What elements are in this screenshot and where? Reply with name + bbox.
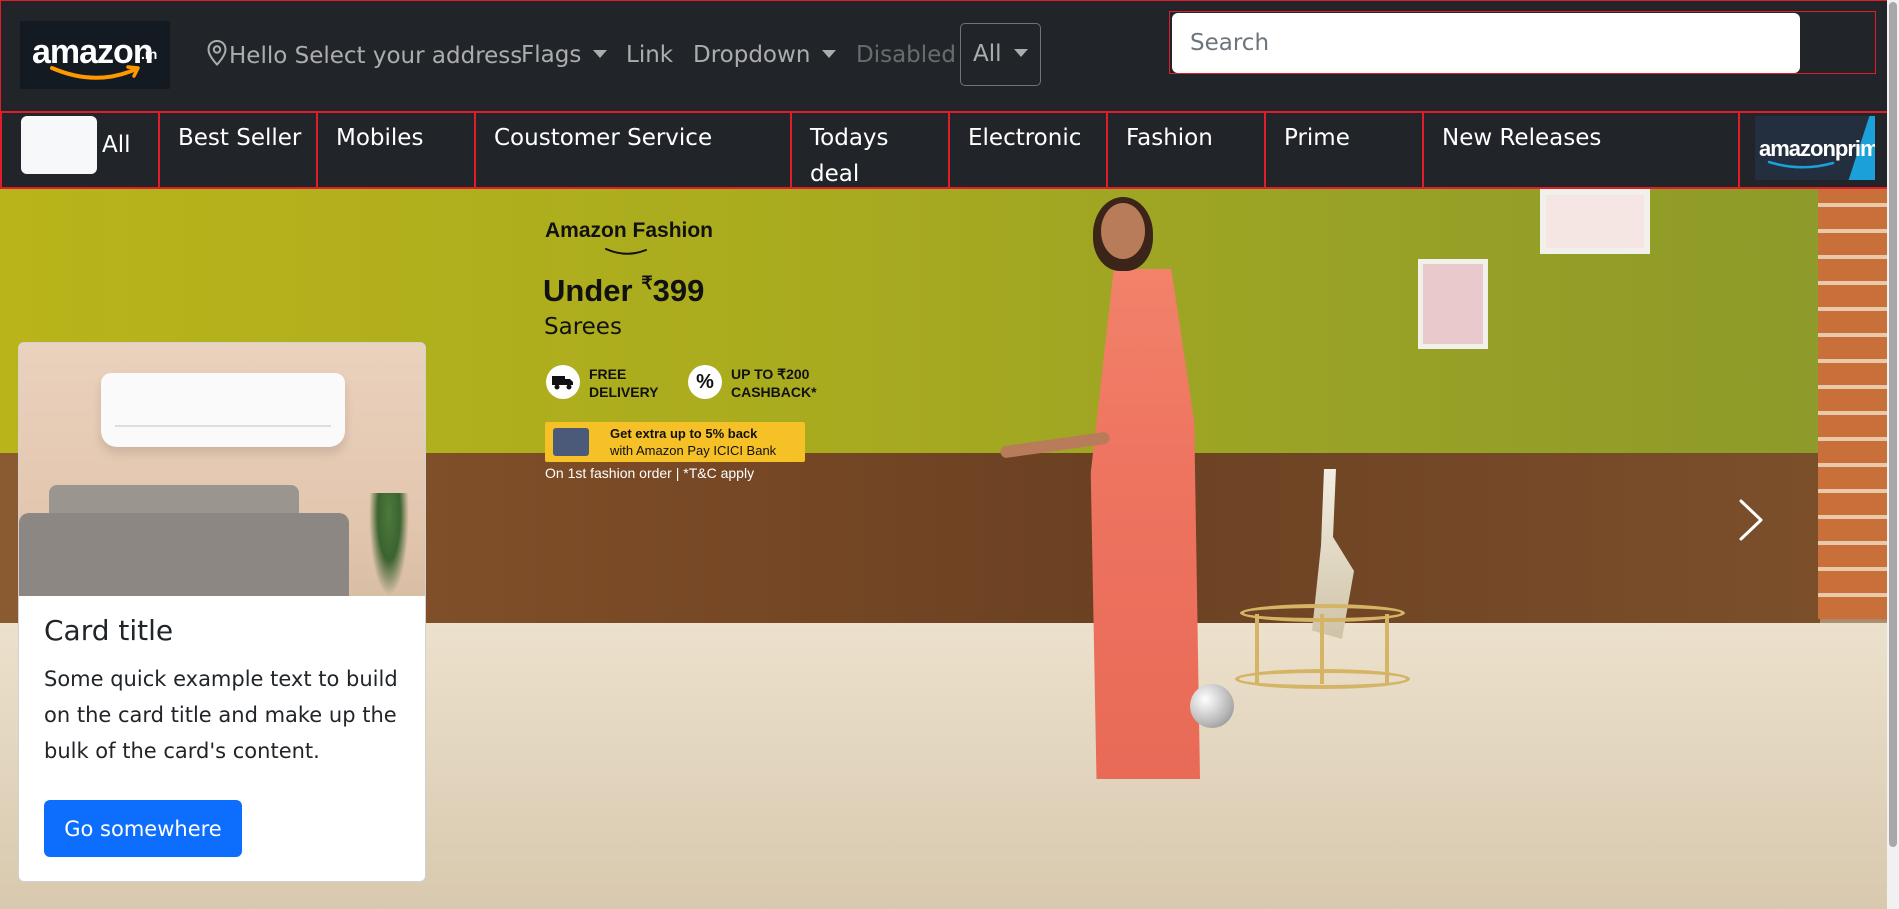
category-select-value: All (973, 41, 1002, 67)
product-card: Card title Some quick example text to bu… (18, 342, 426, 882)
promo-price-prefix: Under (543, 273, 633, 308)
search-form (1169, 11, 1876, 74)
amazon-logo[interactable]: amazon .in (20, 21, 170, 89)
category-fashion[interactable]: Fashion (1108, 113, 1266, 187)
card-title: Card title (44, 614, 174, 647)
wall-frame (1418, 259, 1488, 349)
address-selector[interactable]: Hello Select your address (207, 40, 522, 71)
prime-smile-icon (1767, 160, 1835, 169)
promo-currency: ₹ (641, 273, 653, 293)
category-all[interactable]: All (2, 113, 160, 187)
model-face (1101, 203, 1145, 259)
category-label: Mobiles (336, 125, 424, 151)
category-label: Fashion (1126, 125, 1213, 151)
caret-down-icon (822, 50, 837, 58)
caret-down-icon (1013, 49, 1028, 57)
stool-base (1235, 669, 1410, 689)
badge-line: CASHBACK* (731, 384, 817, 400)
badge-line: DELIVERY (589, 384, 659, 400)
promo-price: Under ₹399 (543, 273, 704, 309)
offer-line: Get extra up to 5% back (610, 426, 758, 441)
plant (369, 493, 409, 596)
logo-suffix: .in (141, 46, 158, 62)
category-electronic[interactable]: Electronic (950, 113, 1108, 187)
chevron-right-icon[interactable] (1733, 497, 1769, 543)
sofa (19, 513, 349, 596)
card-body: Card title Some quick example text to bu… (44, 613, 404, 769)
nav-dropdown[interactable]: Dropdown (693, 40, 837, 70)
nav-disabled: Disabled (856, 40, 956, 70)
category-label: New Releases (1442, 125, 1602, 151)
badge-line: UP TO ₹200 (731, 366, 810, 382)
category-new-releases[interactable]: New Releases (1424, 113, 1740, 187)
card-text: Some quick example text to build on the … (44, 667, 398, 763)
category-mobiles[interactable]: Mobiles (318, 113, 476, 187)
location-pin-icon (207, 40, 227, 66)
page-scrollbar[interactable] (1887, 0, 1899, 909)
offer-line: with Amazon Pay ICICI Bank (610, 443, 777, 458)
nav-dropdown-label: Dropdown (693, 42, 811, 68)
disco-ball (1190, 684, 1234, 728)
caret-down-icon (593, 50, 608, 58)
category-label: Todays deal (810, 125, 889, 187)
percent-icon: % (688, 365, 722, 399)
category-bar: All Best Seller Mobiles Coustomer Servic… (0, 111, 1893, 189)
top-navbar: amazon .in Hello Select your address Fla… (0, 0, 1899, 111)
category-select[interactable]: All (960, 23, 1041, 86)
category-prime[interactable]: Prime (1266, 113, 1424, 187)
category-customer-service[interactable]: Coustomer Service (476, 113, 792, 187)
card-image (19, 343, 425, 596)
category-label: Prime (1284, 125, 1350, 151)
offer-footer: On 1st fashion order | *T&C apply (545, 465, 755, 481)
promo-brand: Amazon Fashion (545, 219, 714, 242)
promo-price-value: 399 (652, 273, 705, 308)
brand-smile-icon (605, 248, 647, 255)
category-label: Electronic (968, 125, 1082, 151)
card-icon (553, 428, 589, 456)
nav-link-label: Link (626, 42, 674, 68)
badge-free-delivery: FREE DELIVERY (589, 365, 659, 401)
badge-line: FREE (589, 366, 627, 382)
category-best-seller[interactable]: Best Seller (160, 113, 318, 187)
nav-disabled-label: Disabled (856, 42, 956, 68)
category-all-label: All (102, 132, 131, 158)
menu-icon (21, 116, 97, 174)
nav-link[interactable]: Link (626, 40, 673, 70)
promo-category: Sarees (544, 314, 622, 340)
category-label: Coustomer Service (494, 125, 713, 151)
go-somewhere-button[interactable]: Go somewhere (44, 800, 242, 857)
address-label: Hello Select your address (229, 43, 523, 69)
category-todays-deal[interactable]: Todays deal (792, 113, 950, 187)
nav-flags-label: Flags (521, 42, 582, 68)
hero-carousel: Amazon Fashion Under ₹399 Sarees FREE DE… (0, 189, 1899, 909)
category-label: Best Seller (178, 125, 302, 151)
offer-banner: Get extra up to 5% back with Amazon Pay … (545, 422, 805, 462)
search-input[interactable] (1172, 13, 1800, 73)
prime-logo-text: amazonprime (1759, 136, 1875, 161)
scrollbar-thumb[interactable] (1889, 2, 1897, 847)
offer-text: Get extra up to 5% back with Amazon Pay … (610, 425, 776, 459)
truck-icon (546, 365, 580, 399)
wall-frame (1540, 189, 1650, 254)
nav-flags-dropdown[interactable]: Flags (521, 40, 608, 70)
air-conditioner-image (101, 373, 345, 447)
amazon-prime-logo[interactable]: amazonprime (1755, 116, 1875, 180)
badge-cashback: UP TO ₹200 CASHBACK* (731, 365, 817, 401)
logo-smile-icon (50, 65, 140, 80)
